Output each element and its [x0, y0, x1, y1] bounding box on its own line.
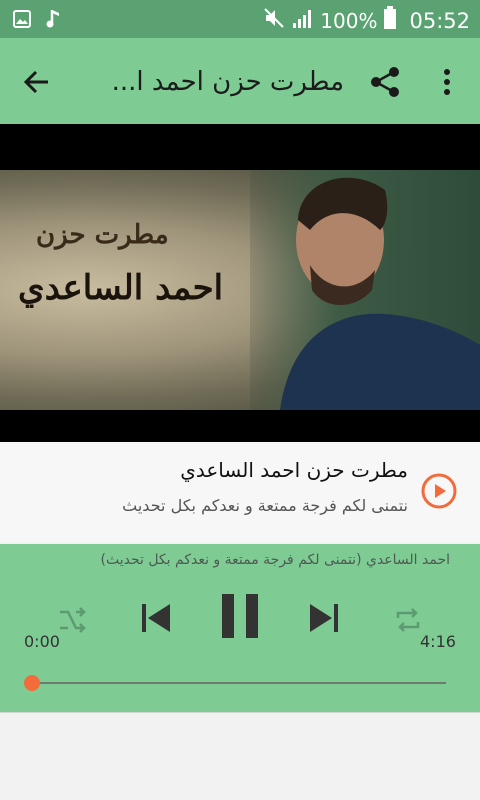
image-icon [12, 9, 32, 33]
previous-button[interactable] [138, 598, 174, 638]
pause-button[interactable] [220, 592, 260, 640]
seek-bar[interactable] [24, 675, 448, 691]
video-overlay-line1: مطرت حزن [36, 220, 169, 250]
signal-icon [292, 7, 314, 34]
status-bar-left [12, 8, 62, 34]
share-button[interactable] [366, 62, 406, 102]
status-bar-right: 100% 05:52 [262, 6, 470, 35]
arrow-left-icon [23, 70, 48, 94]
back-button[interactable] [18, 62, 58, 102]
status-time: 05:52 [409, 8, 470, 33]
seek-thumb[interactable] [24, 675, 40, 691]
bottom-empty-area [0, 712, 480, 800]
share-icon [371, 67, 399, 97]
battery-percent: 100% [320, 8, 378, 33]
pause-icon [222, 594, 258, 638]
skip-previous-icon [142, 604, 170, 632]
overflow-menu-button[interactable] [432, 62, 462, 102]
now-playing-text: احمد الساعدي (نتمنى لكم فرجة ممتعة و نعد… [100, 552, 450, 568]
time-current: 0:00 [24, 632, 60, 651]
seek-track [32, 682, 446, 684]
play-circle-icon [421, 473, 457, 509]
status-bar: 100% 05:52 [0, 0, 480, 38]
media-player-bar: احمد الساعدي (نتمنى لكم فرجة ممتعة و نعد… [0, 544, 480, 712]
music-note-icon [46, 8, 62, 34]
video-player[interactable]: مطرت حزن احمد الساعدي [0, 124, 480, 442]
battery-icon [383, 6, 397, 35]
singer-silhouette [280, 177, 480, 410]
mute-icon [262, 6, 286, 35]
more-vertical-icon [444, 69, 450, 95]
shuffle-icon [60, 607, 86, 633]
next-button[interactable] [306, 598, 342, 638]
track-play-button[interactable] [420, 472, 458, 510]
track-subtitle: نتمنى لكم فرجة ممتعة و نعدكم بكل تحديث [122, 496, 408, 515]
track-title: مطرت حزن احمد الساعدي [180, 458, 408, 482]
track-list-item[interactable]: مطرت حزن احمد الساعدي نتمنى لكم فرجة ممت… [0, 442, 480, 542]
video-thumbnail: مطرت حزن احمد الساعدي [0, 170, 480, 410]
skip-next-icon [310, 604, 338, 632]
shuffle-button[interactable] [56, 604, 88, 636]
page-title: مطرت حزن احمد ا... [111, 67, 344, 97]
video-overlay-line2: احمد الساعدي [18, 268, 224, 308]
time-total: 4:16 [420, 632, 456, 651]
app-bar: مطرت حزن احمد ا... [0, 38, 480, 124]
